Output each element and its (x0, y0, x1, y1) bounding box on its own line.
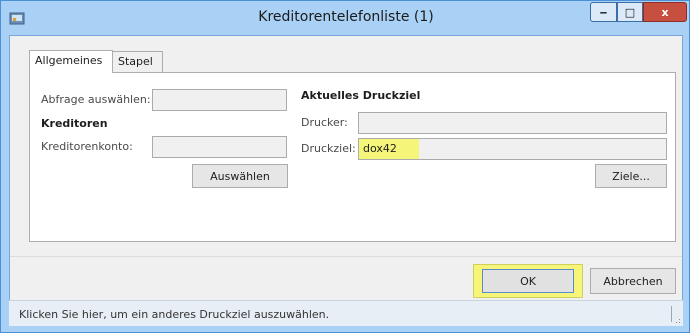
ok-button-highlight[interactable]: OK (473, 264, 583, 298)
print-target-heading: Aktuelles Druckziel (301, 89, 421, 102)
select-button[interactable]: Auswählen (192, 164, 288, 188)
status-divider (671, 306, 672, 322)
tab-allgemeines[interactable]: Allgemeines (29, 50, 113, 73)
printer-label: Drucker: (301, 116, 348, 129)
maximize-button[interactable]: □ (617, 2, 643, 22)
destination-field[interactable]: dox42 (358, 138, 667, 160)
vendor-account-field[interactable] (152, 136, 287, 158)
footer-divider (10, 256, 682, 257)
targets-button[interactable]: Ziele... (595, 164, 667, 188)
query-field[interactable] (152, 89, 287, 111)
destination-value: dox42 (359, 139, 419, 159)
close-button[interactable]: x (643, 2, 687, 22)
close-icon: x (661, 5, 669, 19)
status-bar: Klicken Sie hier, um ein anderes Druckzi… (9, 300, 683, 326)
printer-field[interactable] (358, 112, 667, 134)
minimize-button[interactable]: ‒ (590, 2, 617, 22)
tab-panel-allgemeines: Abfrage auswählen: Kreditoren Kreditoren… (29, 72, 676, 242)
tab-stapel[interactable]: Stapel (112, 51, 163, 72)
vendors-heading: Kreditoren (41, 117, 108, 130)
vendor-account-label: Kreditorenkonto: (41, 140, 133, 153)
dialog-window: Kreditorentelefonliste (1) ‒ □ x Allgeme… (0, 0, 690, 333)
destination-label: Druckziel: (301, 142, 356, 155)
resize-grip-icon[interactable] (673, 316, 681, 324)
window-title: Kreditorentelefonliste (1) (258, 9, 434, 25)
ok-button[interactable]: OK (482, 269, 574, 293)
dialog-body: Allgemeines Stapel Abfrage auswählen: Kr… (9, 35, 683, 325)
query-label: Abfrage auswählen: (41, 93, 151, 106)
maximize-icon: □ (624, 5, 636, 19)
minimize-icon: ‒ (599, 5, 608, 19)
title-bar[interactable]: Kreditorentelefonliste (1) ‒ □ x (1, 1, 690, 35)
cancel-button[interactable]: Abbrechen (590, 268, 676, 294)
status-text: Klicken Sie hier, um ein anderes Druckzi… (19, 308, 330, 321)
